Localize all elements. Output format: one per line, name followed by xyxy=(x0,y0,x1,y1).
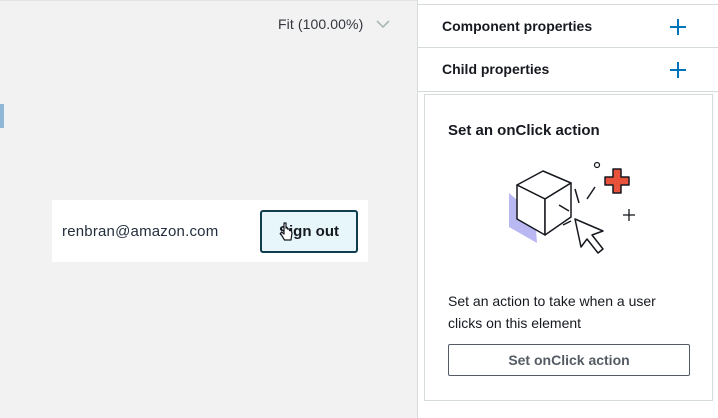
zoom-label: Fit (100.00%) xyxy=(278,16,364,32)
plus-icon[interactable] xyxy=(669,61,687,79)
zoom-dropdown[interactable]: Fit (100.00%) xyxy=(278,12,393,36)
canvas-area: Fit (100.00%) renbran@amazon.com Sign ou… xyxy=(0,0,417,418)
canvas-divider xyxy=(0,0,417,1)
onclick-action-title: Set an onClick action xyxy=(448,122,600,139)
onclick-action-box: Set an onClick action Set an action to t… xyxy=(424,94,713,401)
sign-out-button[interactable]: Sign out xyxy=(260,210,358,253)
set-onclick-action-button[interactable]: Set onClick action xyxy=(448,344,690,376)
child-properties-row[interactable]: Child properties xyxy=(418,48,718,92)
left-selection-marker xyxy=(0,104,4,128)
pointer-cursor-icon xyxy=(279,222,293,241)
user-email-text: renbran@amazon.com xyxy=(62,223,219,240)
properties-panel: Component properties Child properties Se… xyxy=(417,0,718,418)
plus-icon[interactable] xyxy=(669,18,687,36)
onclick-action-description: Set an action to take when a user clicks… xyxy=(448,293,656,331)
cube-click-illustration xyxy=(509,161,635,254)
component-properties-row[interactable]: Component properties xyxy=(418,4,718,48)
component-preview[interactable]: renbran@amazon.com Sign out xyxy=(52,200,368,262)
component-properties-label: Component properties xyxy=(442,18,593,34)
child-properties-label: Child properties xyxy=(442,61,550,77)
chevron-down-icon xyxy=(376,20,390,29)
